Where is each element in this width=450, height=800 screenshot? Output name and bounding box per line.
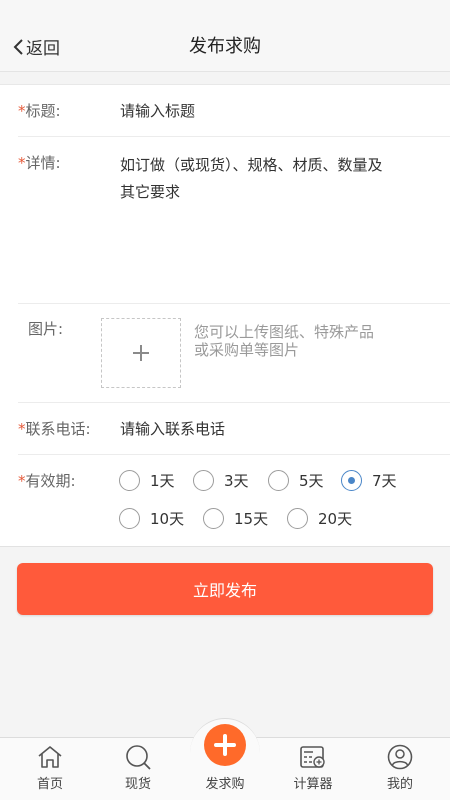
radio-circle (119, 470, 140, 491)
tab-home[interactable]: 首页 (5, 738, 95, 800)
validity-option-7[interactable]: 7天 (341, 470, 397, 491)
details-placeholder-line1: 如订做（或现货）、规格、材质、数量及 (120, 156, 383, 174)
tab-post-request-label: 发求购 (205, 777, 245, 792)
required-mark: * (18, 102, 26, 120)
validity-option-3[interactable]: 3天 (193, 470, 249, 491)
bottom-tabbar: 首页 现货 发求购 计算器 我的 (0, 718, 450, 800)
upload-hint: 您可以上传图纸、特殊产品 或采购单等图片 (194, 323, 375, 359)
search-icon (126, 745, 151, 770)
title-row: *标题: 请输入标题 (18, 85, 450, 137)
radio-circle-selected (341, 470, 362, 491)
validity-label: *有效期: (18, 472, 76, 490)
request-form: *标题: 请输入标题 *详情: 如订做（或现货）、规格、材质、数量及 其它要求 … (0, 84, 450, 547)
phone-row: *联系电话: 请输入联系电话 (18, 403, 450, 455)
plus-icon (214, 734, 236, 756)
radio-circle (193, 470, 214, 491)
required-mark: * (18, 472, 26, 490)
phone-input[interactable]: 请输入联系电话 (120, 418, 225, 439)
tab-stock-label: 现货 (124, 777, 151, 792)
post-request-fab[interactable] (204, 724, 246, 766)
required-mark: * (18, 420, 26, 438)
tab-home-label: 首页 (36, 777, 63, 792)
radio-circle (203, 508, 224, 529)
calculator-icon (300, 746, 325, 768)
tab-calculator-label: 计算器 (293, 777, 333, 792)
image-label: 图片: (28, 320, 64, 338)
tab-stock[interactable]: 现货 (93, 738, 183, 800)
publish-button[interactable]: 立即发布 (17, 563, 433, 615)
radio-dot (348, 477, 355, 484)
details-placeholder-line2: 其它要求 (120, 183, 181, 201)
page-title: 发布求购 (189, 36, 261, 57)
tab-mine-label: 我的 (386, 777, 413, 792)
details-label: *详情: (18, 154, 61, 172)
validity-option-20[interactable]: 20天 (287, 508, 352, 529)
phone-label: *联系电话: (18, 420, 91, 438)
nav-header: 返回 发布求购 (0, 0, 450, 72)
tab-mine[interactable]: 我的 (355, 738, 445, 800)
validity-option-15[interactable]: 15天 (203, 508, 268, 529)
validity-row: *有效期: (18, 455, 450, 548)
home-icon (38, 746, 62, 768)
validity-option-10[interactable]: 10天 (119, 508, 184, 529)
details-textarea[interactable]: 如订做（或现货）、规格、材质、数量及 其它要求 (120, 152, 450, 292)
required-mark: * (18, 154, 26, 172)
upload-image-button[interactable] (101, 318, 181, 388)
user-icon (387, 744, 413, 770)
title-label: *标题: (18, 102, 61, 120)
plus-icon (133, 345, 149, 361)
validity-option-5[interactable]: 5天 (268, 470, 324, 491)
radio-circle (287, 508, 308, 529)
radio-circle (268, 470, 289, 491)
title-input[interactable]: 请输入标题 (120, 100, 195, 121)
details-row: *详情: 如订做（或现货）、规格、材质、数量及 其它要求 (18, 137, 450, 304)
validity-option-1[interactable]: 1天 (119, 470, 175, 491)
tab-calculator[interactable]: 计算器 (268, 738, 358, 800)
radio-circle (119, 508, 140, 529)
